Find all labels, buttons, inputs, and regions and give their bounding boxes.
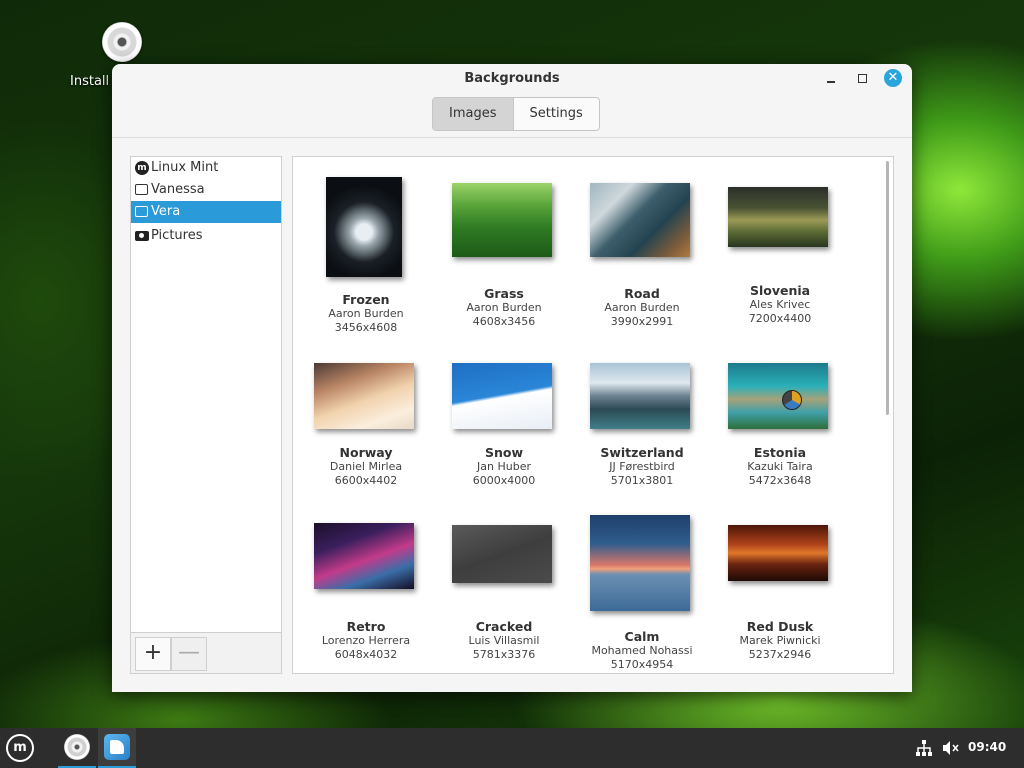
- wallpaper-thumbnail[interactable]: [326, 177, 402, 277]
- scrollbar[interactable]: [886, 161, 889, 415]
- backgrounds-app-icon: [104, 734, 130, 760]
- wallpaper-item-switzerland[interactable]: Switzerland JJ Førestbird 5701x3801: [573, 347, 711, 507]
- wallpaper-item-snow[interactable]: Snow Jan Huber 6000x4000: [435, 347, 573, 507]
- wallpaper-name: Retro: [346, 619, 386, 634]
- wallpaper-size: 5701x3801: [610, 474, 674, 487]
- wallpaper-item-cracked[interactable]: Cracked Luis Villasmil 5781x3376: [435, 507, 573, 673]
- wallpaper-author: JJ Førestbird: [609, 460, 675, 473]
- wallpaper-thumbnail[interactable]: [590, 363, 690, 429]
- wallpaper-name: Calm: [624, 629, 660, 644]
- minimize-icon[interactable]: [824, 72, 838, 86]
- wallpaper-name: Snow: [484, 445, 524, 460]
- wallpaper-item-grass[interactable]: Grass Aaron Burden 4608x3456: [435, 175, 573, 345]
- sidebar-item-vera[interactable]: Vera: [131, 201, 281, 223]
- wallpaper-item-calm[interactable]: Calm Mohamed Nohassi 5170x4954: [573, 507, 711, 673]
- wallpaper-author: Ales Krivec: [749, 298, 811, 311]
- wallpaper-author: Lorenzo Herrera: [321, 634, 411, 647]
- volume-icon[interactable]: [942, 740, 960, 756]
- wallpaper-name: Frozen: [342, 292, 390, 307]
- add-folder-button[interactable]: +: [135, 637, 171, 671]
- backgrounds-window: Backgrounds ✕ Images Settings m Linux Mi…: [112, 64, 912, 692]
- wallpaper-size: 6048x4032: [334, 648, 398, 661]
- close-icon[interactable]: ✕: [884, 69, 902, 87]
- wallpaper-name: Grass: [484, 286, 524, 301]
- remove-folder-button[interactable]: —: [171, 637, 207, 671]
- monitor-icon: [135, 206, 148, 217]
- wallpaper-size: 5237x2946: [748, 648, 812, 661]
- disc-icon: [102, 22, 142, 62]
- wallpaper-author: Mohamed Nohassi: [591, 644, 693, 657]
- wallpaper-size: 6600x4402: [334, 474, 398, 487]
- collections-sidebar: m Linux Mint Vanessa Vera Pictures + —: [130, 156, 282, 674]
- wallpaper-size: 3990x2991: [610, 315, 674, 328]
- mint-logo-icon: m: [135, 161, 149, 175]
- wallpaper-item-road[interactable]: Road Aaron Burden 3990x2991: [573, 175, 711, 345]
- sidebar-item-vanessa[interactable]: Vanessa: [131, 179, 281, 201]
- sidebar-item-label: Vanessa: [151, 182, 205, 197]
- tab-settings[interactable]: Settings: [514, 98, 599, 130]
- wallpaper-name: Slovenia: [749, 283, 811, 298]
- tab-images[interactable]: Images: [433, 98, 514, 130]
- wallpaper-item-norway[interactable]: Norway Daniel Mirlea 6600x4402: [297, 347, 435, 507]
- wallpaper-thumbnail[interactable]: [452, 525, 552, 583]
- camera-icon: [135, 231, 149, 241]
- wallpaper-name: Road: [624, 286, 660, 301]
- wallpaper-author: Luis Villasmil: [468, 634, 540, 647]
- wallpaper-size: 5472x3648: [748, 474, 812, 487]
- wallpaper-item-frozen[interactable]: Frozen Aaron Burden 3456x4608: [297, 175, 435, 345]
- wallpaper-author: Daniel Mirlea: [329, 460, 403, 473]
- wallpaper-size: 5170x4954: [610, 658, 674, 671]
- taskbar-item-backgrounds[interactable]: [98, 728, 136, 768]
- wallpaper-item-red-dusk[interactable]: Red Dusk Marek Piwnicki 5237x2946: [711, 507, 849, 673]
- wallpaper-size: 3456x4608: [334, 321, 398, 334]
- wallpaper-author: Kazuki Taira: [747, 460, 813, 473]
- wallpaper-thumbnail[interactable]: [728, 187, 828, 247]
- wallpaper-item-slovenia[interactable]: Slovenia Ales Krivec 7200x4400: [711, 175, 849, 345]
- wallpaper-author: Marek Piwnicki: [739, 634, 821, 647]
- menu-button[interactable]: m: [6, 734, 34, 762]
- wallpaper-size: 6000x4000: [472, 474, 536, 487]
- wallpaper-thumbnail[interactable]: [314, 523, 414, 589]
- disc-icon: [64, 734, 90, 760]
- wallpaper-author: Aaron Burden: [466, 301, 542, 314]
- sidebar-item-label: Vera: [151, 204, 181, 219]
- wallpaper-author: Aaron Burden: [604, 301, 680, 314]
- wallpaper-thumbnail[interactable]: [590, 515, 690, 611]
- window-title: Backgrounds: [464, 71, 560, 86]
- wallpaper-thumbnail[interactable]: [590, 183, 690, 257]
- busy-cursor-icon: [782, 390, 802, 410]
- wallpaper-item-estonia[interactable]: Estonia Kazuki Taira 5472x3648: [711, 347, 849, 507]
- clock[interactable]: 09:40: [968, 740, 1006, 754]
- wallpaper-item-retro[interactable]: Retro Lorenzo Herrera 6048x4032: [297, 507, 435, 673]
- wallpaper-size: 7200x4400: [748, 312, 812, 325]
- sidebar-item-label: Pictures: [151, 228, 203, 243]
- tab-bar: Images Settings: [432, 97, 600, 131]
- taskbar-item-install[interactable]: [58, 728, 96, 768]
- wallpaper-thumbnail[interactable]: [728, 363, 828, 429]
- network-icon[interactable]: [916, 740, 932, 756]
- wallpaper-name: Cracked: [475, 619, 533, 634]
- wallpaper-name: Estonia: [753, 445, 807, 460]
- maximize-icon[interactable]: [856, 72, 870, 86]
- taskbar: m 09:40: [0, 728, 1024, 768]
- wallpaper-thumbnail[interactable]: [452, 363, 552, 429]
- monitor-icon: [135, 184, 148, 195]
- titlebar[interactable]: Backgrounds ✕: [112, 64, 912, 94]
- wallpaper-thumbnail[interactable]: [452, 183, 552, 257]
- wallpaper-thumbnail[interactable]: [728, 525, 828, 581]
- divider: [112, 137, 912, 138]
- sidebar-item-pictures[interactable]: Pictures: [131, 225, 281, 247]
- wallpaper-author: Aaron Burden: [328, 307, 404, 320]
- wallpaper-name: Switzerland: [600, 445, 684, 460]
- wallpaper-thumbnail[interactable]: [314, 363, 414, 429]
- wallpaper-author: Jan Huber: [477, 460, 531, 473]
- wallpaper-grid: Frozen Aaron Burden 3456x4608 Grass Aaro…: [292, 156, 894, 674]
- wallpaper-name: Red Dusk: [746, 619, 814, 634]
- wallpaper-size: 5781x3376: [472, 648, 536, 661]
- wallpaper-name: Norway: [339, 445, 393, 460]
- sidebar-item-linux-mint[interactable]: m Linux Mint: [131, 157, 281, 179]
- sidebar-item-label: Linux Mint: [151, 160, 219, 175]
- wallpaper-size: 4608x3456: [472, 315, 536, 328]
- sidebar-actions: + —: [131, 632, 281, 673]
